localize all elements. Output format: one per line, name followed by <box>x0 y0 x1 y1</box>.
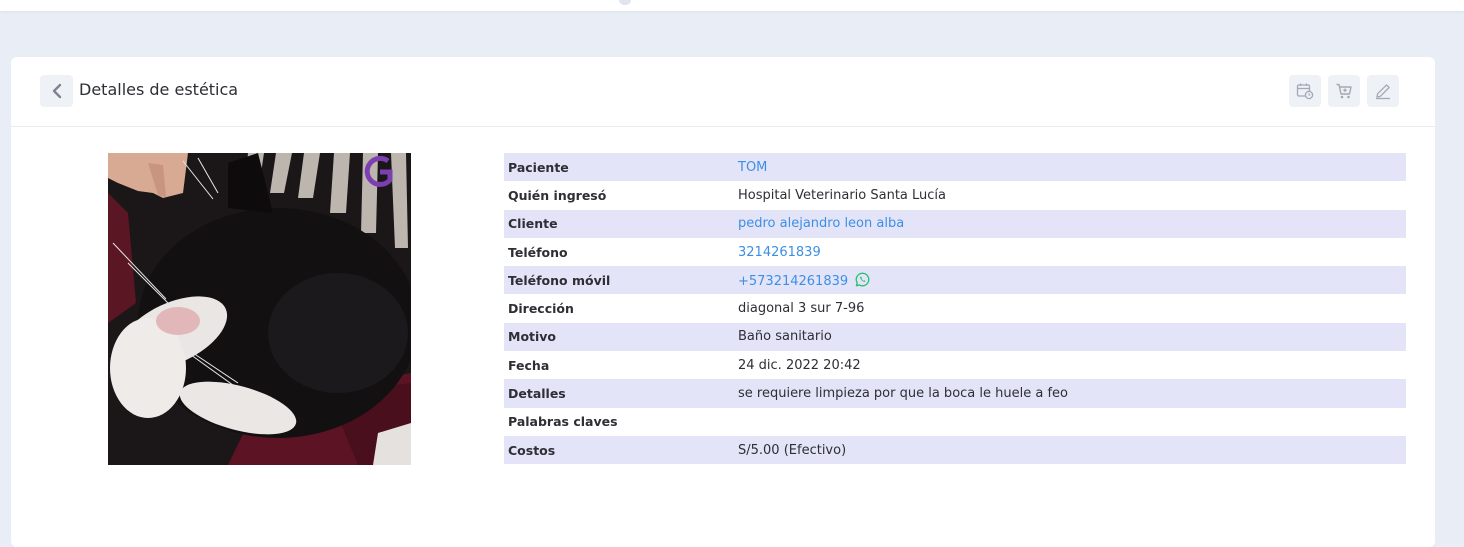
table-row: Quién ingresó Hospital Veterinario Santa… <box>504 181 1406 210</box>
paciente-link[interactable]: TOM <box>738 160 767 175</box>
quien-label: Quién ingresó <box>508 187 607 203</box>
telefono-label: Teléfono <box>508 244 568 260</box>
movil-label: Teléfono móvil <box>508 272 611 288</box>
detalles-label: Detalles <box>508 386 566 402</box>
paciente-label: Paciente <box>508 159 569 175</box>
edit-button[interactable] <box>1367 75 1399 107</box>
direccion-label: Dirección <box>508 301 574 317</box>
direccion-value: diagonal 3 sur 7-96 <box>738 301 865 317</box>
detalles-value: se requiere limpieza por que la boca le … <box>738 386 1068 402</box>
fecha-value: 24 dic. 2022 20:42 <box>738 357 861 373</box>
table-row: Teléfono 3214261839 <box>504 237 1406 267</box>
table-row: Cliente pedro alejandro leon alba <box>504 209 1406 238</box>
cart-button[interactable] <box>1328 75 1360 107</box>
chevron-left-icon <box>52 83 61 99</box>
costos-label: Costos <box>508 442 556 458</box>
table-row: Motivo Baño sanitario <box>504 322 1406 352</box>
table-row: Palabras claves <box>504 407 1406 436</box>
calendar-clock-icon <box>1296 83 1314 100</box>
table-row: Dirección diagonal 3 sur 7-96 <box>504 294 1406 323</box>
telefono-link[interactable]: 3214261839 <box>738 245 821 260</box>
palabras-value <box>734 408 1406 436</box>
cliente-link[interactable]: pedro alejandro leon alba <box>738 216 904 231</box>
cat-photo <box>108 153 411 465</box>
card-header: Detalles de estética <box>11 57 1435 127</box>
details-card: Detalles de estética Paciente TOM Quién … <box>11 57 1435 547</box>
pencil-edit-icon <box>1376 84 1390 100</box>
navbar-indicator <box>619 0 631 5</box>
whatsapp-icon[interactable] <box>855 272 870 287</box>
table-row: Detalles se requiere limpieza por que la… <box>504 379 1406 408</box>
palabras-label: Palabras claves <box>508 414 618 430</box>
back-button[interactable] <box>40 75 73 107</box>
table-row: Teléfono móvil +573214261839 <box>504 266 1406 295</box>
quien-value: Hospital Veterinario Santa Lucía <box>738 187 946 203</box>
cliente-label: Cliente <box>508 216 558 232</box>
motivo-label: Motivo <box>508 329 557 345</box>
page-title: Detalles de estética <box>79 80 239 99</box>
table-row: Costos S/5.00 (Efectivo) <box>504 435 1406 465</box>
table-row: Paciente TOM <box>504 153 1406 182</box>
shopping-cart-icon <box>1336 83 1352 99</box>
costos-value: S/5.00 (Efectivo) <box>738 442 847 458</box>
table-row: Fecha 24 dic. 2022 20:42 <box>504 351 1406 380</box>
patient-photo <box>108 153 411 465</box>
fecha-label: Fecha <box>508 357 550 373</box>
schedule-button[interactable] <box>1289 75 1321 107</box>
movil-link[interactable]: +573214261839 <box>738 274 848 289</box>
details-table: Paciente TOM Quién ingresó Hospital Vete… <box>504 153 1406 465</box>
top-navbar <box>0 0 1464 11</box>
motivo-value: Baño sanitario <box>738 329 832 345</box>
